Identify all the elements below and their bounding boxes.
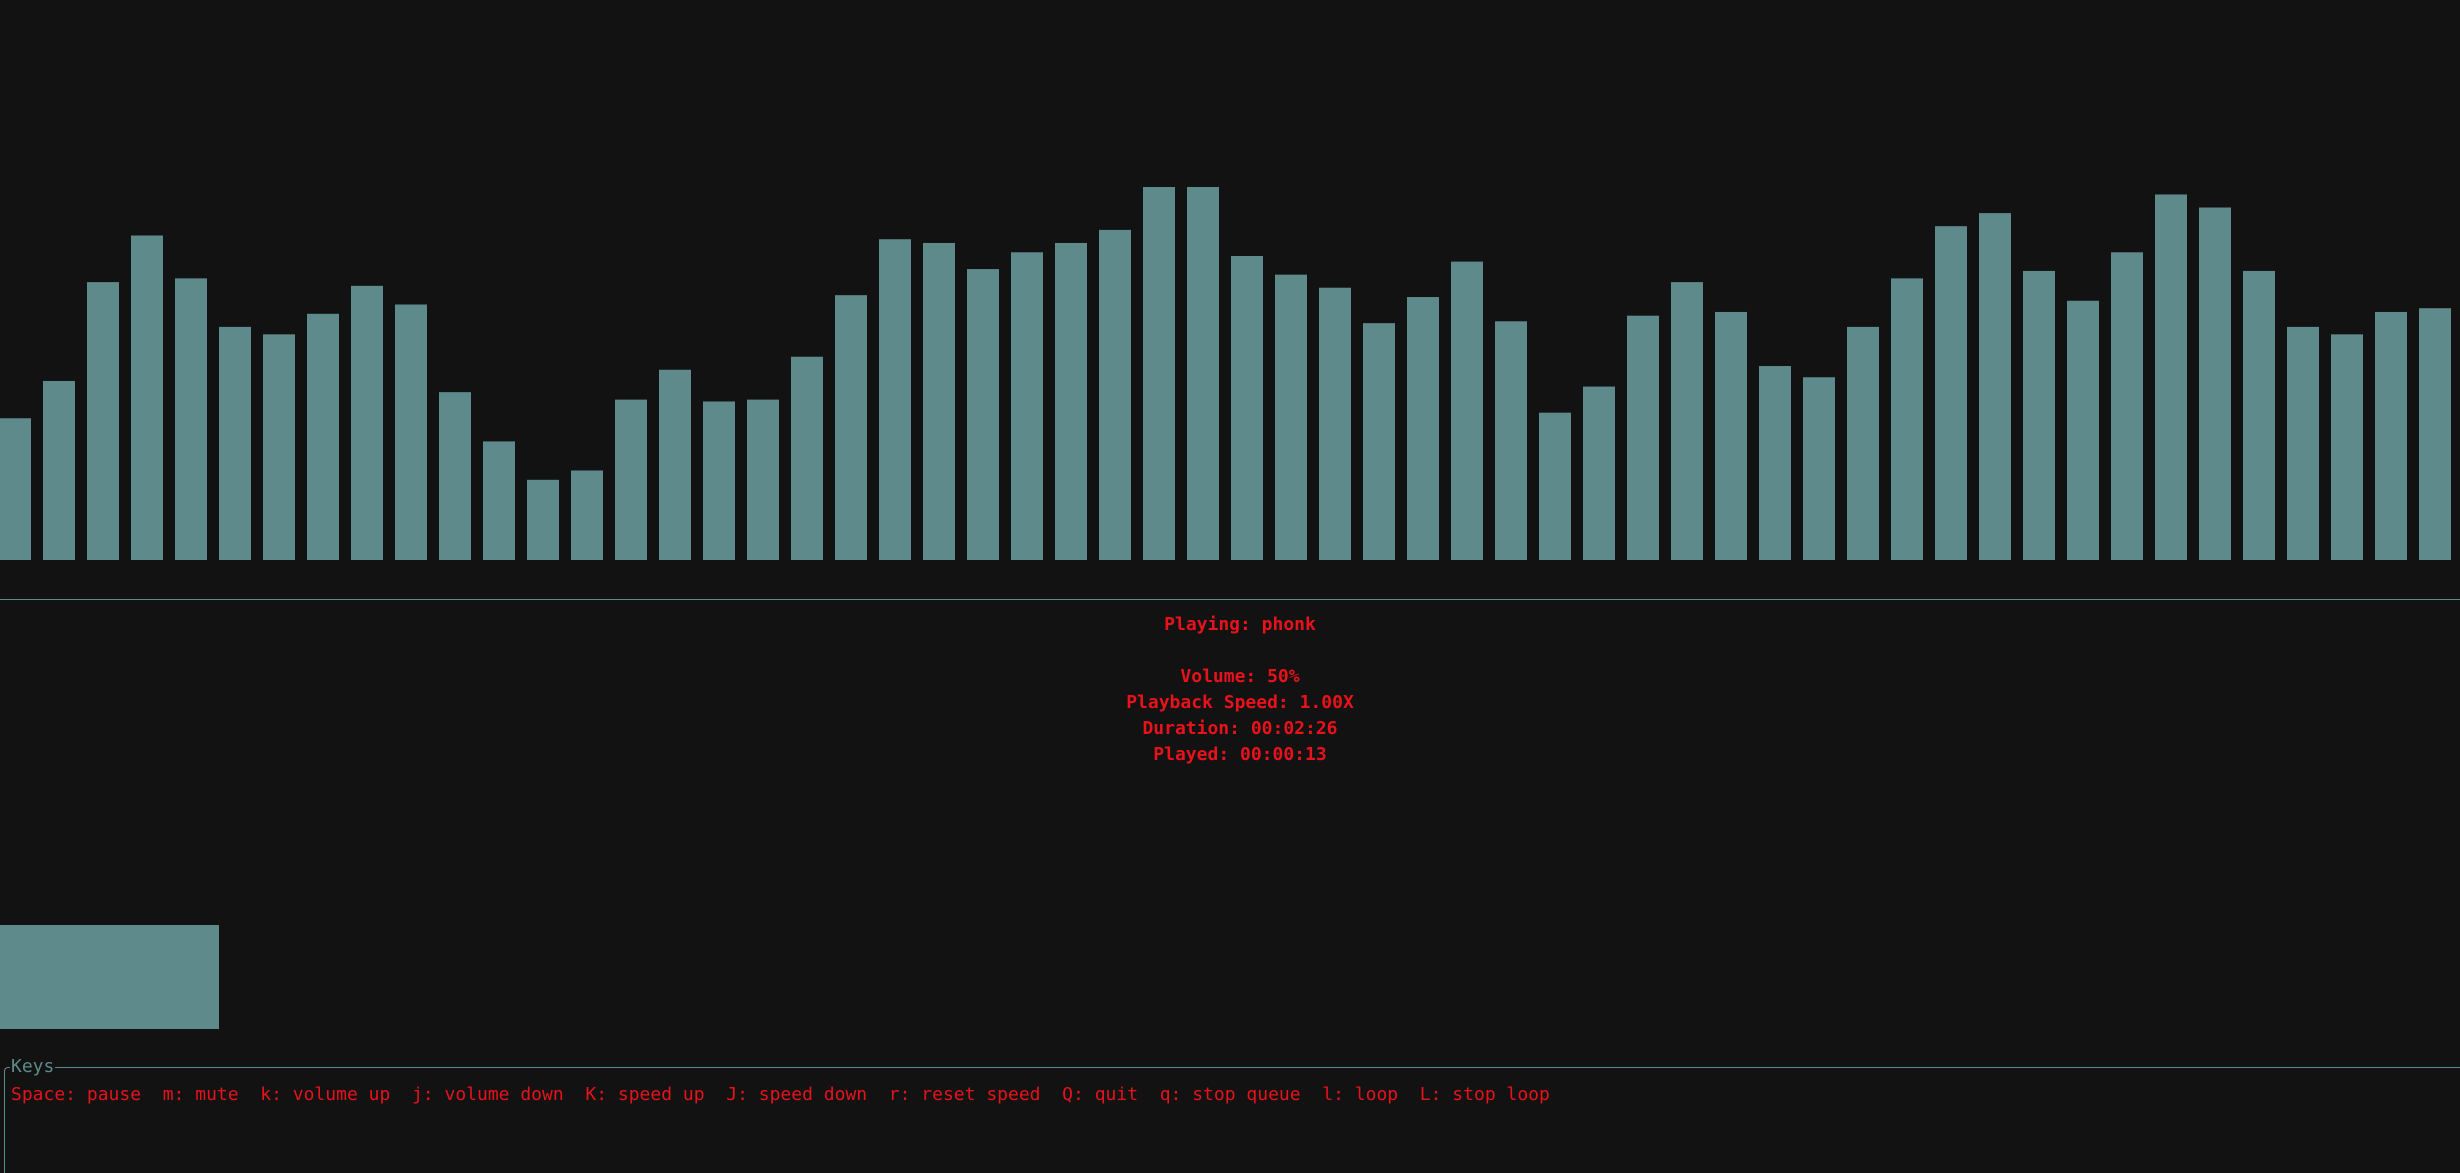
visualizer-bar xyxy=(747,399,779,560)
visualizer-bar xyxy=(2243,270,2275,560)
visualizer-bar xyxy=(2023,270,2055,560)
visualizer-bar xyxy=(1099,229,1131,560)
visualizer-bar xyxy=(1451,261,1483,560)
visualizer-bar xyxy=(1627,315,1659,560)
visualizer-bar xyxy=(1187,187,1219,560)
visualizer-bar xyxy=(527,479,559,560)
volume-label: Volume: 50% xyxy=(1180,666,1300,687)
visualizer-divider xyxy=(0,599,2460,600)
visualizer-bar xyxy=(1363,323,1395,560)
visualizer-bar xyxy=(1495,321,1527,560)
visualizer-bar xyxy=(1671,282,1703,560)
audio-visualizer xyxy=(0,187,2451,561)
visualizer-bar xyxy=(1979,213,2011,561)
visualizer-bar xyxy=(1407,297,1439,560)
keybinding-hints: Space: pause m: mute k: volume up j: vol… xyxy=(11,1084,1550,1105)
keys-panel: Keys Space: pause m: mute k: volume up j… xyxy=(4,1056,2460,1173)
visualizer-bar xyxy=(1583,386,1615,560)
visualizer-bar xyxy=(835,295,867,560)
visualizer-bar xyxy=(263,334,295,560)
visualizer-bar xyxy=(2067,300,2099,560)
visualizer-bar xyxy=(131,235,163,561)
visualizer-bar xyxy=(2331,334,2363,560)
visualizer-bar xyxy=(483,441,515,560)
keys-panel-title: Keys xyxy=(10,1056,56,1078)
visualizer-bar xyxy=(1935,226,1967,561)
playback-speed-label: Playback Speed: 1.00X xyxy=(1126,692,1354,713)
visualizer-bar xyxy=(175,278,207,560)
visualizer-bar xyxy=(2199,207,2231,560)
played-label: Played: 00:00:13 xyxy=(1153,744,1327,765)
visualizer-bar xyxy=(2287,326,2319,560)
visualizer-bar xyxy=(351,285,383,560)
visualizer-bar xyxy=(1891,278,1923,560)
playback-progress-bar xyxy=(0,925,219,1029)
visualizer-bar xyxy=(0,418,31,560)
duration-label: Duration: 00:02:26 xyxy=(1142,718,1338,739)
now-playing-label: Playing: phonk xyxy=(1164,614,1316,635)
visualizer-bar xyxy=(703,401,735,560)
visualizer-bar xyxy=(571,470,603,560)
now-playing-info: Playing: phonk Volume: 50% Playback Spee… xyxy=(0,612,2460,768)
visualizer-bar xyxy=(2419,308,2451,560)
visualizer-bar xyxy=(2111,252,2143,560)
visualizer-bar xyxy=(439,392,471,560)
visualizer-bar xyxy=(923,242,955,560)
visualizer-bar xyxy=(1715,311,1747,560)
visualizer-bar xyxy=(43,380,75,560)
visualizer-bar xyxy=(1143,187,1175,560)
visualizer-bar xyxy=(659,369,691,560)
visualizer-bar xyxy=(307,313,339,560)
visualizer-bar xyxy=(1055,242,1087,560)
visualizer-bar xyxy=(1539,412,1571,560)
visualizer-bar xyxy=(879,239,911,560)
visualizer-bar xyxy=(615,399,647,560)
visualizer-bar xyxy=(219,326,251,560)
visualizer-bar xyxy=(2155,194,2187,560)
visualizer-bar xyxy=(1275,274,1307,560)
visualizer-bar xyxy=(967,269,999,560)
visualizer-bar xyxy=(1847,326,1879,560)
visualizer-bar xyxy=(395,304,427,560)
visualizer-bar xyxy=(1011,252,1043,560)
visualizer-bar xyxy=(87,282,119,560)
visualizer-bar xyxy=(1759,366,1791,560)
visualizer-bar xyxy=(1319,287,1351,560)
visualizer-bar xyxy=(2375,311,2407,560)
visualizer-bar xyxy=(1803,377,1835,560)
visualizer-bar xyxy=(1231,256,1263,560)
visualizer-bar xyxy=(791,356,823,560)
